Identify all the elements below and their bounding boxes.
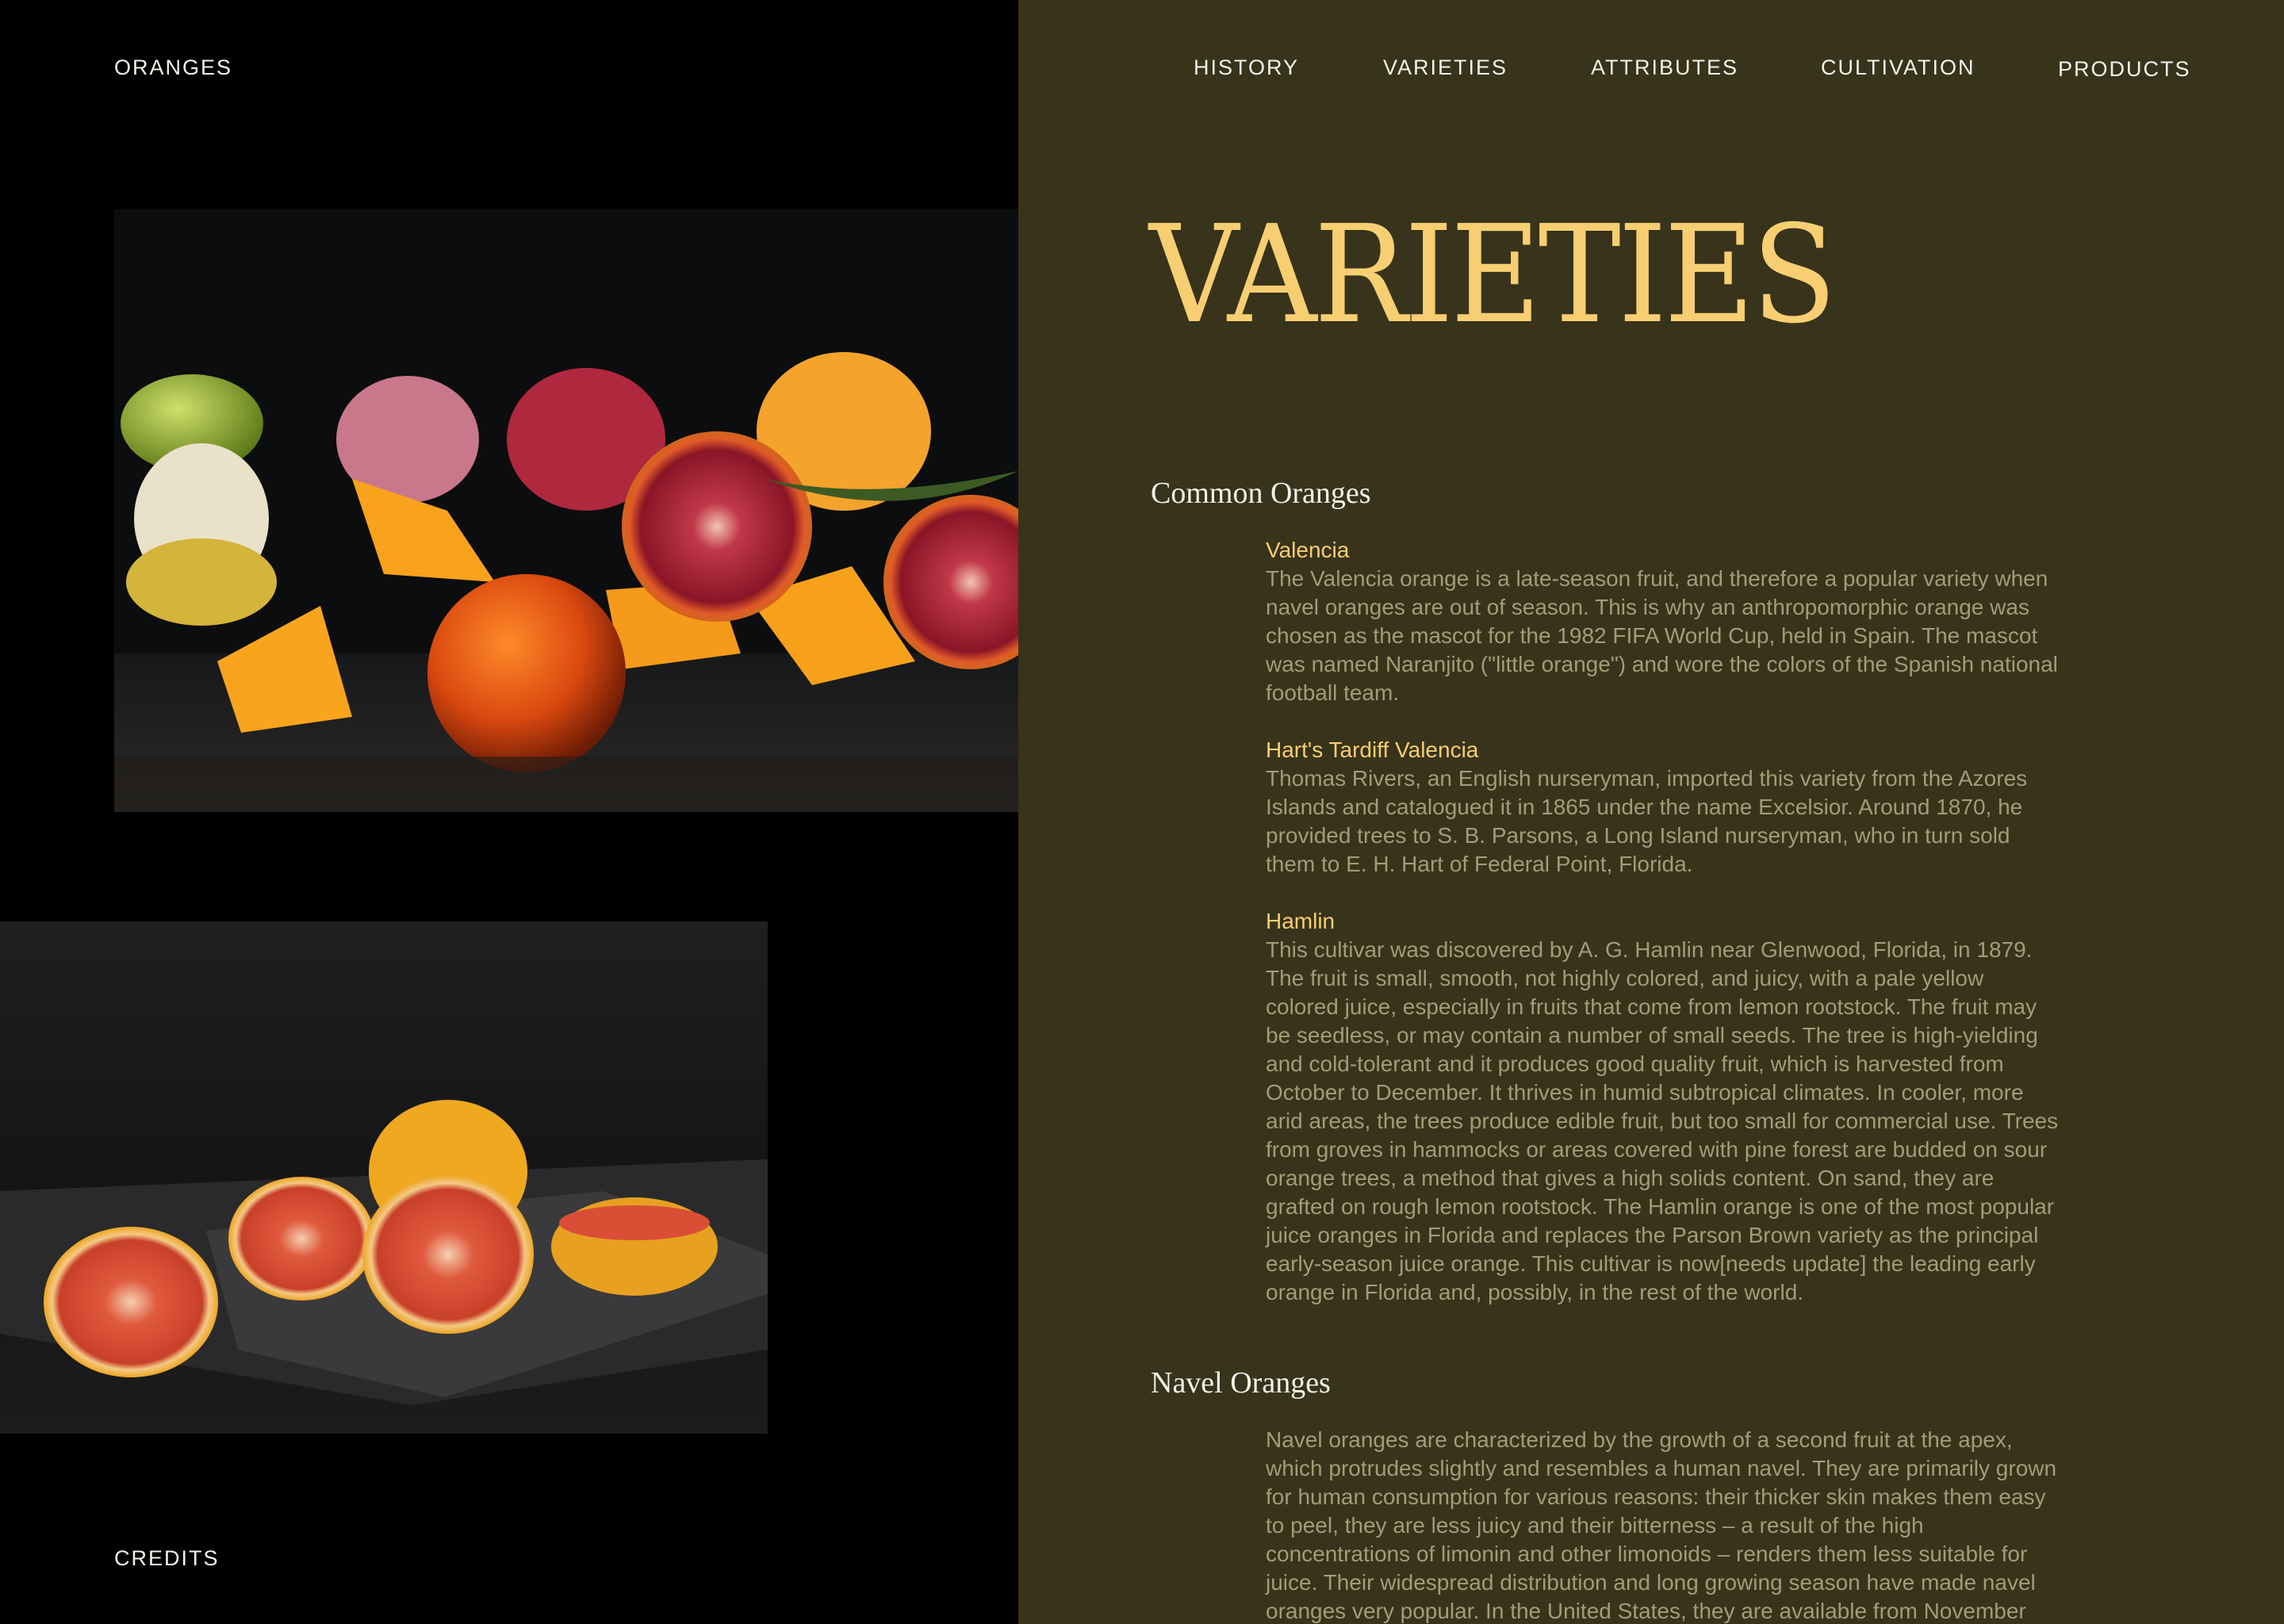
right-panel: HISTORY VARIETIES ATTRIBUTES CULTIVATION… bbox=[1018, 0, 2284, 1624]
cut-oranges-photo bbox=[114, 209, 1018, 812]
variety-name: Valencia bbox=[1266, 538, 1350, 562]
grapefruit-photo bbox=[0, 921, 768, 1434]
variety-navel-intro: Navel oranges are characterized by the g… bbox=[1266, 1426, 2059, 1624]
variety-description: Thomas Rivers, an English nurseryman, im… bbox=[1266, 766, 2028, 876]
section-title-common-oranges: Common Oranges bbox=[1151, 477, 1371, 510]
variety-valencia: Valencia The Valencia orange is a late-s… bbox=[1266, 536, 2059, 707]
variety-description: This cultivar was discovered by A. G. Ha… bbox=[1266, 937, 2059, 1304]
variety-name: Hamlin bbox=[1266, 909, 1336, 933]
variety-harts-tardiff-valencia: Hart's Tardiff Valencia Thomas Rivers, a… bbox=[1266, 736, 2059, 879]
nav-attributes[interactable]: ATTRIBUTES bbox=[1591, 56, 1738, 80]
page: ORANGES CREDITS HISTORY VARIETIES ATTRIB… bbox=[0, 0, 2284, 1624]
section-title-navel-oranges: Navel Oranges bbox=[1151, 1366, 1331, 1400]
grapefruit-image bbox=[0, 921, 768, 1434]
variety-name: Hart's Tardiff Valencia bbox=[1266, 737, 1479, 762]
variety-description: Navel oranges are characterized by the g… bbox=[1266, 1427, 2057, 1623]
nav-cultivation[interactable]: CULTIVATION bbox=[1821, 56, 1976, 80]
nav-products[interactable]: PRODUCTS bbox=[2058, 57, 2191, 82]
left-panel: ORANGES CREDITS bbox=[0, 0, 1018, 1624]
nav-history[interactable]: HISTORY bbox=[1194, 56, 1299, 80]
cut-oranges-image bbox=[114, 209, 1018, 812]
page-title: VARIETIES bbox=[1149, 197, 1837, 354]
credits-link[interactable]: CREDITS bbox=[114, 1546, 220, 1571]
variety-hamlin: Hamlin This cultivar was discovered by A… bbox=[1266, 907, 2059, 1307]
nav-varieties[interactable]: VARIETIES bbox=[1383, 56, 1508, 80]
site-logo-link[interactable]: ORANGES bbox=[114, 56, 232, 80]
top-nav: HISTORY VARIETIES ATTRIBUTES CULTIVATION… bbox=[1018, 56, 2284, 87]
variety-description: The Valencia orange is a late-season fru… bbox=[1266, 566, 2058, 705]
